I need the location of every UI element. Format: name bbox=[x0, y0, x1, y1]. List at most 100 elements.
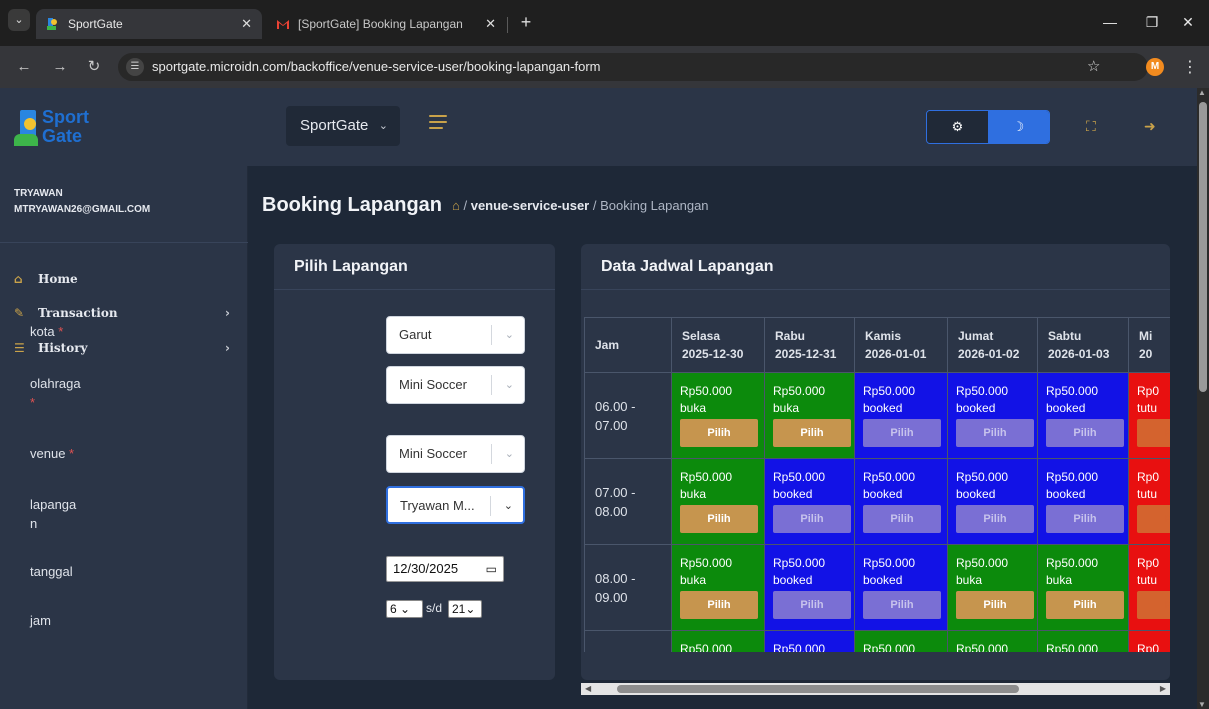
dark-mode-moon-icon[interactable]: ☽ bbox=[988, 111, 1049, 143]
tanggal-date-input[interactable]: 12/30/2025 ▭ bbox=[386, 556, 504, 582]
time-end: 09.00 bbox=[595, 589, 628, 605]
home-icon[interactable]: ⌂ bbox=[452, 198, 460, 213]
close-tab-icon[interactable]: ✕ bbox=[485, 9, 496, 39]
restore-icon[interactable]: ❐ bbox=[1140, 10, 1164, 34]
slot-cell-booked: Rp50.000 booked Pilih bbox=[854, 372, 948, 459]
browser-tab-sportgate[interactable]: SportGate ✕ bbox=[36, 9, 262, 39]
sidebar-item-label: Transaction bbox=[38, 306, 118, 320]
pilih-button: Pilih bbox=[1137, 505, 1170, 533]
scroll-down-icon[interactable]: ▼ bbox=[1198, 700, 1206, 709]
logo[interactable]: Sport Gate bbox=[0, 88, 248, 166]
time-end: 07.00 bbox=[595, 417, 628, 433]
slot-price: Rp0 bbox=[1137, 470, 1160, 484]
column-header-day: Kamis 2026-01-01 bbox=[854, 317, 948, 373]
table-row: 08.00 - 09.00 Rp50.000 buka Pilih Rp50.000 boo… bbox=[584, 544, 1170, 631]
sidebar-item-home[interactable]: ⌂ Home bbox=[14, 268, 234, 290]
pilih-button[interactable]: Pilih bbox=[680, 505, 758, 533]
fullscreen-icon[interactable]: ⛶ bbox=[1086, 118, 1096, 135]
scrollbar-thumb[interactable] bbox=[1199, 102, 1207, 392]
menu-toggle-icon[interactable] bbox=[429, 115, 449, 135]
forward-icon[interactable]: → bbox=[50, 57, 70, 77]
slot-cell-booked: Rp50.000 booked Pilih bbox=[854, 458, 948, 545]
slot-price: Rp0 bbox=[1137, 556, 1160, 570]
lapangan-select[interactable]: Tryawan M... ⌄ bbox=[386, 486, 525, 524]
url-text[interactable]: sportgate.microidn.com/backoffice/venue-… bbox=[152, 53, 600, 81]
column-day: Rabu bbox=[775, 329, 805, 343]
new-tab-icon[interactable]: + bbox=[514, 9, 538, 35]
breadcrumb-item: Booking Lapangan bbox=[600, 198, 709, 213]
column-date: 2026-01-02 bbox=[958, 347, 1020, 361]
bookmark-star-icon[interactable]: ☆ bbox=[1087, 57, 1100, 75]
slot-price: Rp50.000 bbox=[1046, 470, 1099, 484]
slot-cell-buka: Rp50.000 bbox=[671, 630, 765, 652]
slot-status: buka bbox=[1046, 573, 1073, 587]
slot-cell-tutup: Rp0 bbox=[1128, 630, 1170, 652]
time-slot-cell: 06.00 - 07.00 bbox=[584, 372, 672, 459]
workspace-select[interactable]: SportGate ⌄ bbox=[286, 106, 400, 146]
table-row: Rp50.000 Rp50.000 Rp50.000 Rp50.000 Rp50.000… bbox=[584, 630, 1170, 652]
scrollbar-thumb[interactable] bbox=[617, 685, 1019, 693]
user-name: TRYAWAN bbox=[14, 188, 63, 199]
slot-status: buka bbox=[956, 573, 983, 587]
slot-price: Rp50.000 bbox=[773, 470, 826, 484]
pilih-button[interactable]: Pilih bbox=[680, 419, 758, 447]
pilih-button[interactable]: Pilih bbox=[680, 591, 758, 619]
home-icon: ⌂ bbox=[14, 272, 23, 286]
pilih-button[interactable]: Pilih bbox=[1046, 591, 1124, 619]
slot-cell-booked: Rp50.000 booked Pilih bbox=[764, 544, 855, 631]
logo-mark-base bbox=[14, 134, 38, 146]
slot-cell-buka: Rp50.000 bbox=[1037, 630, 1129, 652]
kota-label: kota * bbox=[30, 322, 63, 341]
breadcrumb-separator: / bbox=[463, 198, 471, 213]
slot-cell-booked: Rp50.000 booked Pilih bbox=[1037, 458, 1129, 545]
column-header-day: Jumat 2026-01-02 bbox=[947, 317, 1038, 373]
browser-tab-gmail[interactable]: [SportGate] Booking Lapangan ✕ bbox=[266, 9, 506, 39]
calendar-icon[interactable]: ▭ bbox=[486, 557, 497, 581]
scroll-up-icon[interactable]: ▲ bbox=[1198, 88, 1206, 97]
breadcrumb-item[interactable]: venue-service-user bbox=[471, 198, 590, 213]
scroll-left-icon[interactable]: ◀ bbox=[585, 683, 591, 695]
slot-price: Rp50.000 bbox=[956, 470, 1009, 484]
required-marker: * bbox=[69, 446, 75, 461]
scroll-right-icon[interactable]: ▶ bbox=[1160, 683, 1166, 695]
pilih-button[interactable]: Pilih bbox=[956, 591, 1034, 619]
vertical-scrollbar[interactable]: ▲ ▼ bbox=[1197, 88, 1209, 709]
workspace-select-value: SportGate bbox=[300, 117, 369, 134]
light-mode-gear-icon[interactable]: ⚙ bbox=[927, 111, 988, 143]
close-window-icon[interactable]: ✕ bbox=[1176, 10, 1200, 34]
pilih-button[interactable]: Pilih bbox=[773, 419, 851, 447]
user-email: MTRYAWAN26@GMAIL.COM bbox=[14, 204, 151, 215]
olahraga-select[interactable]: Mini Soccer ⌄ bbox=[386, 366, 525, 404]
slot-price: Rp50.000 bbox=[863, 642, 916, 652]
reload-icon[interactable]: ↻ bbox=[84, 57, 104, 77]
site-info-icon[interactable]: ☰ bbox=[126, 58, 144, 76]
olahraga-select-value: Mini Soccer bbox=[399, 377, 467, 392]
url-omnibox[interactable]: ☰ sportgate.microidn.com/backoffice/venu… bbox=[118, 53, 1148, 81]
jam-from-value: 6 bbox=[390, 602, 397, 616]
column-day: Selasa bbox=[682, 329, 721, 343]
kota-select[interactable]: Garut ⌄ bbox=[386, 316, 525, 354]
horizontal-scrollbar[interactable]: ◀ ▶ bbox=[581, 683, 1170, 695]
slot-cell-booked: Rp50.000 booked Pilih bbox=[947, 458, 1038, 545]
slot-price: Rp50.000 bbox=[956, 556, 1009, 570]
schedule-scroll-area[interactable]: Jam Selasa 2025-12-30 Rabu 2025-12-31 Kamis 2… bbox=[584, 317, 1170, 652]
back-icon[interactable]: ← bbox=[14, 57, 34, 77]
logout-icon[interactable]: ➜ bbox=[1144, 118, 1156, 135]
column-header-day: Rabu 2025-12-31 bbox=[764, 317, 855, 373]
pilih-button: Pilih bbox=[773, 591, 851, 619]
column-day: Mi bbox=[1139, 329, 1153, 343]
browser-menu-icon[interactable]: ⋮ bbox=[1182, 57, 1198, 77]
column-date: 2026-01-01 bbox=[865, 347, 927, 361]
pilih-button: Pilih bbox=[956, 505, 1034, 533]
jam-to-select[interactable]: 21⌄ bbox=[448, 600, 482, 618]
tab-search-chevron-icon[interactable]: ⌄ bbox=[8, 9, 30, 31]
minimize-icon[interactable]: — bbox=[1098, 10, 1122, 34]
olahraga-label: olahraga * bbox=[30, 374, 81, 412]
sidebar-item-transaction[interactable]: ✎ Transaction › bbox=[14, 302, 234, 324]
schedule-body: 06.00 - 07.00 Rp50.000 buka Pilih Rp50.000 buk… bbox=[584, 372, 1170, 652]
slot-status: booked bbox=[956, 401, 996, 415]
venue-select[interactable]: Mini Soccer ⌄ bbox=[386, 435, 525, 473]
jam-from-select[interactable]: 6 ⌄ bbox=[386, 600, 423, 618]
close-tab-icon[interactable]: ✕ bbox=[241, 9, 252, 39]
profile-avatar[interactable]: M bbox=[1146, 58, 1164, 76]
